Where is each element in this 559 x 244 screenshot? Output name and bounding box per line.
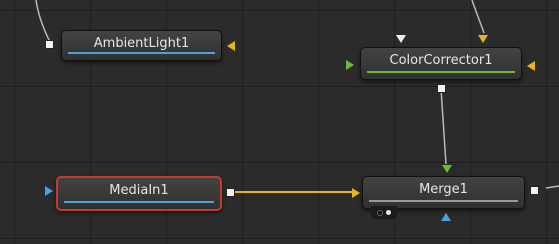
merge-mask-dot-icon: [377, 210, 383, 216]
node-merge[interactable]: Merge1: [362, 176, 525, 219]
color-corrector-input-green-triangle-icon[interactable]: [346, 60, 354, 70]
ambient-light-input-triangle-icon[interactable]: [227, 41, 235, 51]
node-media-in-label: MediaIn1: [109, 183, 169, 198]
wire-ambient-light-input[interactable]: [35, 0, 51, 43]
node-merge-label: Merge1: [419, 182, 468, 197]
merge-mask-white-dot-icon: [386, 210, 391, 215]
media-in-input-triangle-icon[interactable]: [45, 186, 53, 196]
color-corrector-output-port[interactable]: [437, 84, 446, 93]
node-media-in[interactable]: MediaIn1: [56, 176, 222, 211]
color-corrector-input-side-triangle-icon[interactable]: [527, 61, 535, 71]
node-ambient-light[interactable]: AmbientLight1: [61, 30, 222, 61]
merge-foreground-input-triangle-icon[interactable]: [352, 188, 360, 198]
node-merge-bar: [369, 200, 518, 202]
color-corrector-input-gold-triangle-icon[interactable]: [478, 35, 488, 43]
node-ambient-light-bar: [68, 52, 215, 54]
ambient-light-output-port[interactable]: [45, 40, 54, 49]
merge-effect-mask-triangle-icon[interactable]: [441, 213, 451, 221]
merge-output-port[interactable]: [530, 186, 539, 195]
merge-mask-tab[interactable]: [371, 206, 397, 219]
node-ambient-light-label: AmbientLight1: [93, 36, 190, 51]
wire-color-corrector-input[interactable]: [471, 0, 485, 34]
media-in-output-port[interactable]: [226, 188, 235, 197]
wire-color-corrector-to-merge[interactable]: [440, 88, 447, 165]
node-media-in-bar: [64, 201, 214, 203]
node-color-corrector-label: ColorCorrector1: [389, 53, 493, 68]
node-color-corrector[interactable]: ColorCorrector1: [360, 47, 522, 80]
color-corrector-input-white-triangle-icon[interactable]: [396, 35, 406, 43]
node-color-corrector-bar: [367, 71, 515, 73]
merge-background-input-triangle-icon[interactable]: [442, 165, 452, 173]
wire-merge-output[interactable]: [545, 185, 559, 189]
